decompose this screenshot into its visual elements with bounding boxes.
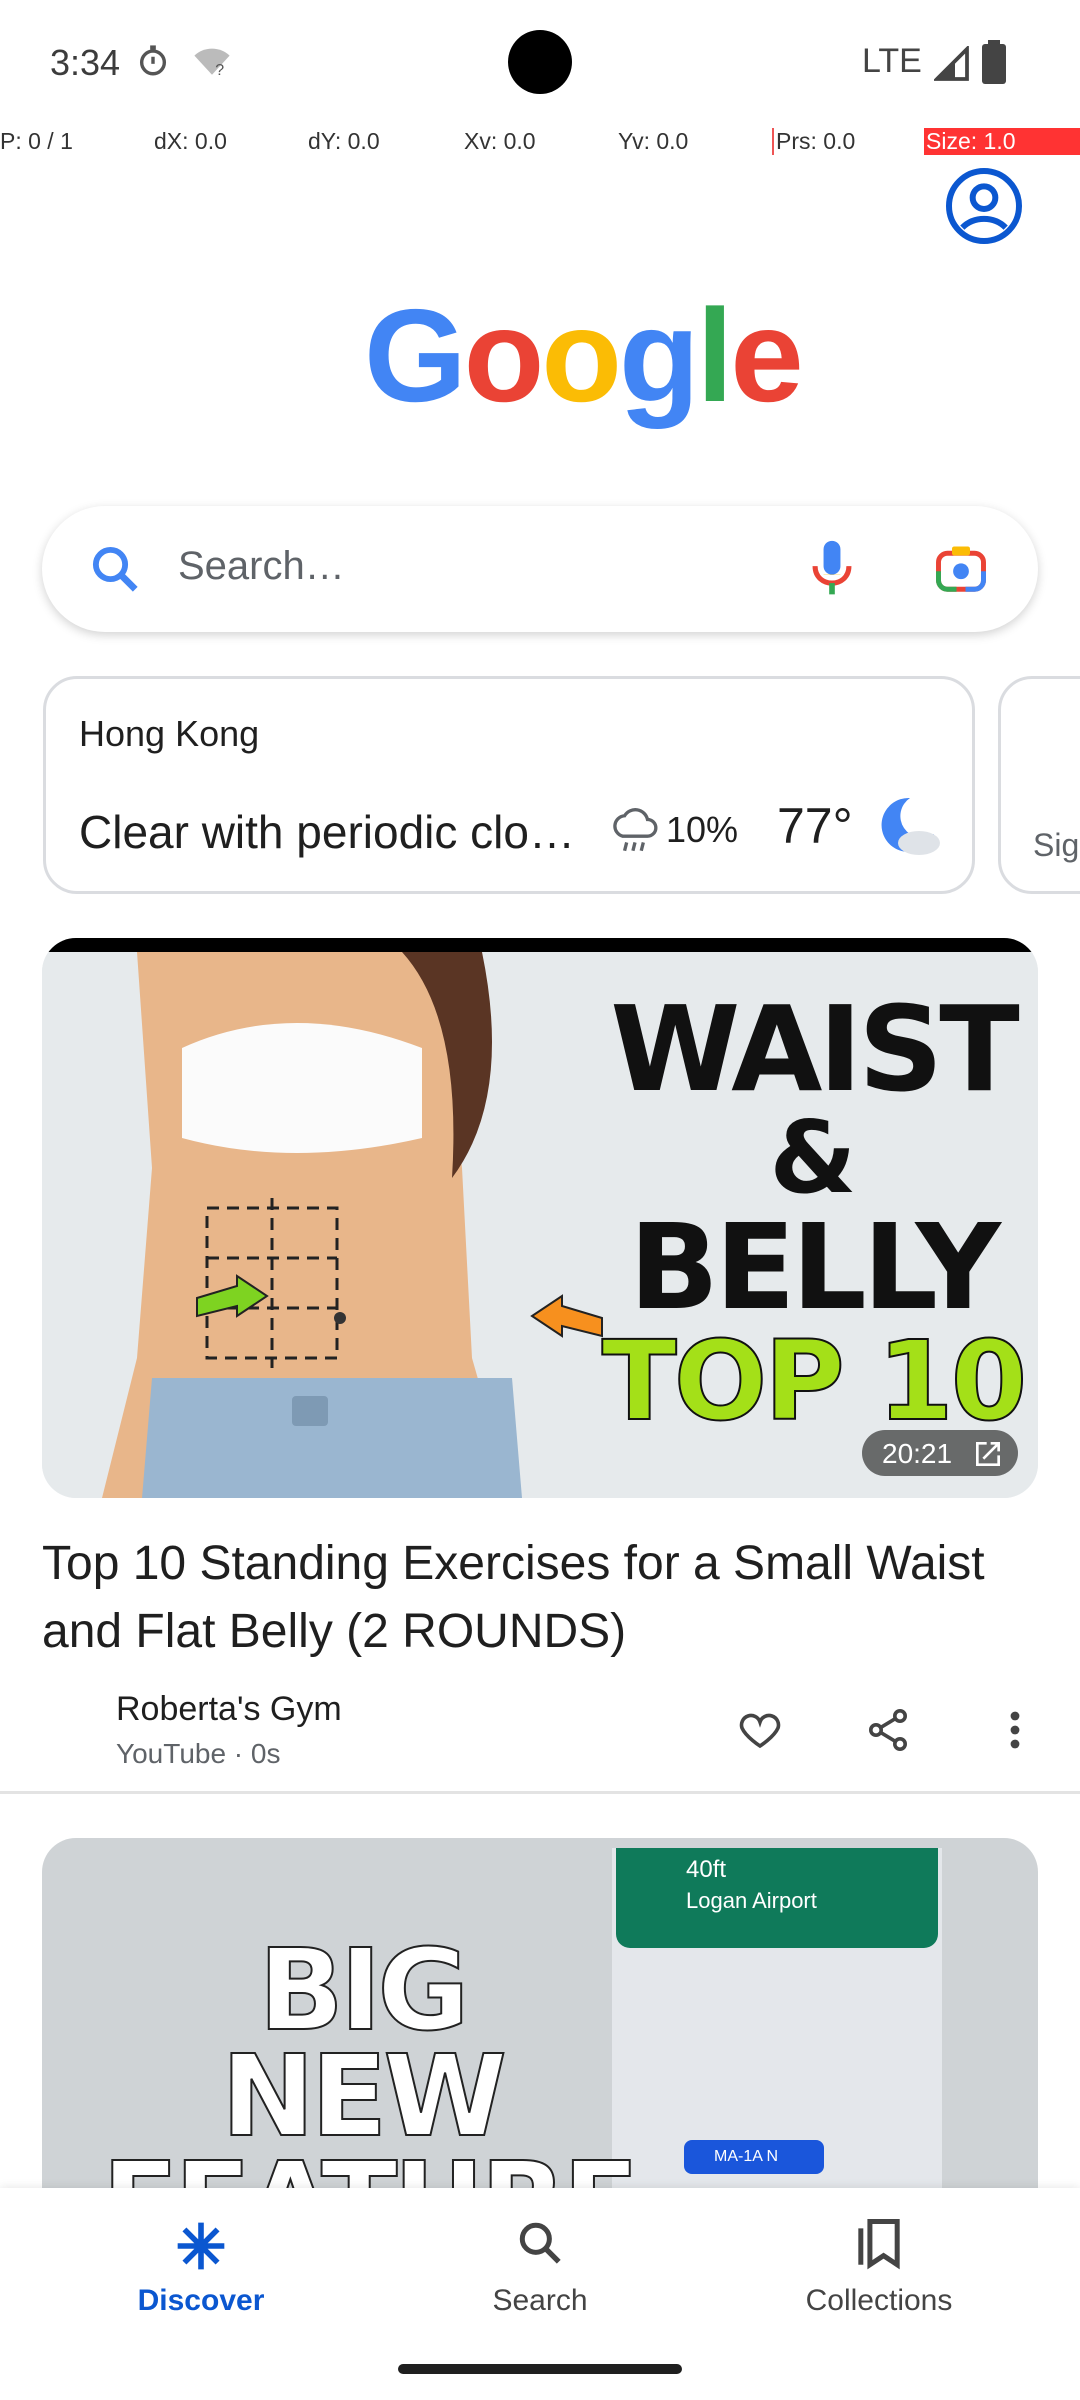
road-label: MA-1A N xyxy=(684,2140,824,2174)
collections-bookmark-icon xyxy=(854,2214,904,2275)
debug-pointer: P: 0 / 1 xyxy=(0,128,73,154)
search-bar[interactable]: Search… xyxy=(42,506,1038,632)
video-duration: 20:21 xyxy=(882,1438,953,1469)
nav-collections[interactable]: Collections xyxy=(754,2188,1004,2358)
camera-cutout xyxy=(508,30,572,94)
thumbnail-word-4: TOP 10 xyxy=(601,1317,1029,1445)
weather-description: Clear with periodic clouds xyxy=(79,806,589,858)
temperature: 77° xyxy=(777,798,853,854)
sign-in-card[interactable]: Sign xyxy=(998,676,1080,894)
feed-divider xyxy=(0,1791,1080,1794)
nav-search-label: Search xyxy=(492,2284,588,2317)
article-thumbnail[interactable]: WAIST & BELLY TOP 10 xyxy=(42,938,1038,1498)
weather-card[interactable]: Hong Kong Clear with periodic clouds 10%… xyxy=(43,676,975,894)
debug-dx: dX: 0.0 xyxy=(154,128,227,154)
share-icon[interactable] xyxy=(864,1706,912,1759)
nav-discover-label: Discover xyxy=(137,2284,265,2317)
google-lens-icon[interactable] xyxy=(934,542,988,601)
navigation-banner: 40ft Logan Airport xyxy=(616,1848,938,1948)
thumbnail-word-2: & xyxy=(769,1099,857,1216)
article-thumbnail-2[interactable]: 40ft Logan Airport MA-1A N BIG NEW FEATU… xyxy=(42,1838,1038,2188)
article-title[interactable]: Top 10 Standing Exercises for a Small Wa… xyxy=(42,1530,1038,1666)
timer-icon xyxy=(136,44,170,83)
thumbnail-word-3: BELLY xyxy=(629,1198,1001,1336)
rain-icon xyxy=(610,807,660,862)
nav-collections-label: Collections xyxy=(805,2284,953,2317)
open-external-icon xyxy=(972,1438,1004,1477)
thumbnail-headline-2: BIG NEW FEATURE xyxy=(101,1926,640,2188)
thumbnail2-word-2: NEW xyxy=(220,2032,508,2163)
signal-icon xyxy=(932,44,970,87)
like-heart-icon[interactable] xyxy=(736,1706,784,1759)
gesture-home-bar[interactable] xyxy=(398,2364,682,2374)
phone-screen-map: 40ft Logan Airport MA-1A N xyxy=(612,1848,942,2188)
debug-xv: Xv: 0.0 xyxy=(464,128,536,154)
debug-prs: Prs: 0.0 xyxy=(772,128,855,155)
network-label: LTE xyxy=(862,42,922,80)
weather-city: Hong Kong xyxy=(79,713,260,754)
thumbnail2-word-1: BIG xyxy=(258,1926,471,2056)
search-input[interactable]: Search… xyxy=(178,544,345,589)
article-meta: YouTube · 0s xyxy=(116,1738,281,1769)
debug-dy: dY: 0.0 xyxy=(308,128,380,154)
wifi-icon: ? xyxy=(192,46,232,83)
nav-distance: 40ft xyxy=(686,1856,727,1883)
nav-search[interactable]: Search xyxy=(415,2188,665,2358)
svg-text:?: ? xyxy=(215,62,224,78)
article-source: Roberta's Gym xyxy=(116,1690,342,1728)
sign-in-card-text: Sign xyxy=(1033,827,1080,863)
debug-yv: Yv: 0.0 xyxy=(618,128,689,154)
thumbnail-headline: WAIST & BELLY TOP 10 xyxy=(598,980,1029,1445)
pointer-debug-overlay: P: 0 / 1 dX: 0.0 dY: 0.0 Xv: 0.0 Yv: 0.0… xyxy=(0,128,1080,158)
google-logo: Google xyxy=(364,282,804,429)
battery-icon xyxy=(982,40,1006,89)
thumbnail-word-1: WAIST xyxy=(610,980,1020,1118)
nav-discover[interactable]: Discover xyxy=(76,2188,326,2358)
status-bar: 3:34 ? LTE xyxy=(0,0,1080,128)
more-options-icon[interactable] xyxy=(1000,1706,1030,1759)
moon-clouds-icon xyxy=(874,789,946,866)
discover-asterisk-icon xyxy=(173,2218,229,2279)
account-avatar-button[interactable] xyxy=(944,166,1024,251)
thumbnail2-word-3: FEATURE xyxy=(101,2147,640,2188)
search-nav-icon xyxy=(515,2218,565,2273)
rain-chance: 10% xyxy=(666,809,739,850)
clock: 3:34 xyxy=(50,42,121,83)
video-duration-badge: 20:21 xyxy=(862,1430,1018,1476)
debug-size: Size: 1.0 xyxy=(924,128,1080,155)
nav-destination: Logan Airport xyxy=(686,1888,817,1913)
voice-search-icon[interactable] xyxy=(808,538,856,605)
search-icon xyxy=(88,542,142,601)
